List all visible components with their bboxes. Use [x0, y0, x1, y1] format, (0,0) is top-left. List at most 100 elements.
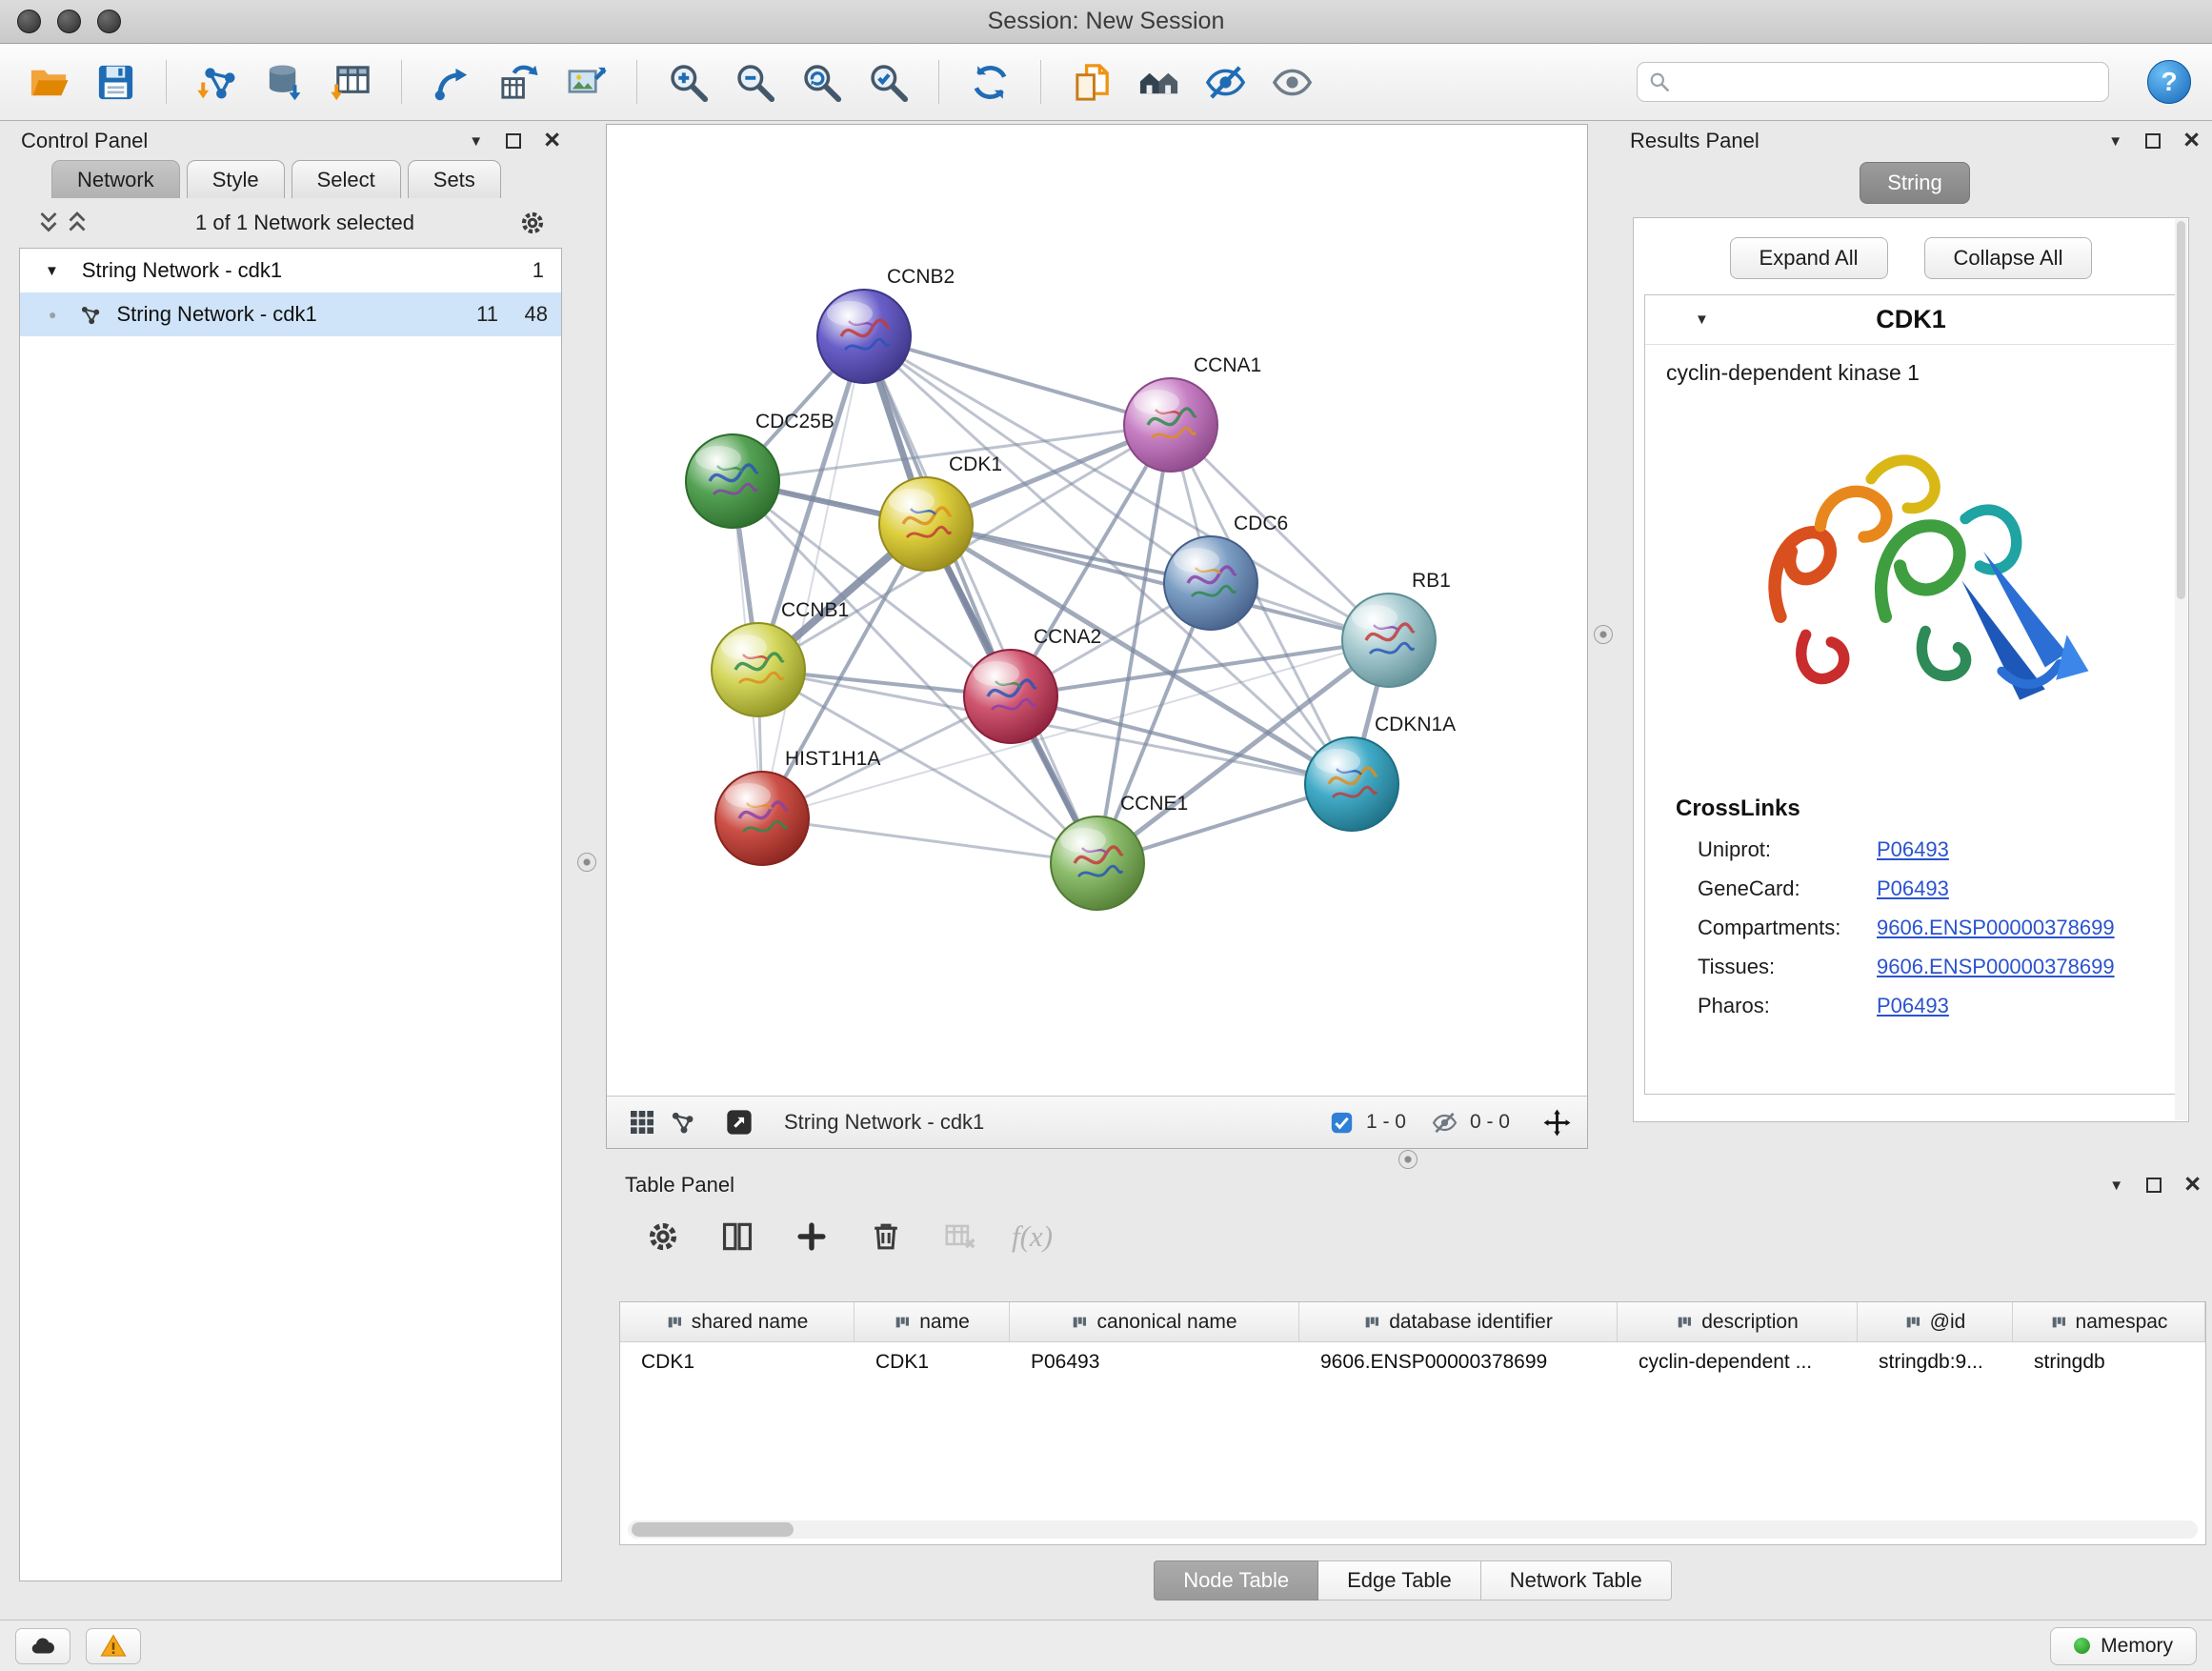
minimize-window-button[interactable] — [57, 10, 81, 33]
network-options-gear-icon[interactable] — [518, 209, 547, 237]
refresh-button[interactable] — [962, 54, 1017, 110]
panel-float-icon[interactable] — [506, 133, 521, 149]
new-network-from-table-button[interactable] — [492, 54, 547, 110]
zoom-fit-button[interactable] — [794, 54, 849, 110]
crosslink-link[interactable]: P06493 — [1877, 837, 1949, 862]
table-column-header[interactable]: name — [855, 1302, 1010, 1341]
birds-eye-view-button[interactable] — [622, 1102, 662, 1142]
network-edge[interactable] — [762, 818, 1097, 863]
table-column-header[interactable]: database identifier — [1299, 1302, 1618, 1341]
table-column-header[interactable]: shared name — [620, 1302, 855, 1341]
duplicate-document-button[interactable] — [1064, 54, 1119, 110]
help-button[interactable]: ? — [2147, 60, 2191, 104]
table-column-header[interactable]: namespac — [2013, 1302, 2205, 1341]
panel-float-icon[interactable] — [2145, 133, 2161, 149]
panel-close-icon[interactable]: × — [2184, 1174, 2201, 1196]
panel-float-icon[interactable] — [2146, 1178, 2162, 1193]
network-edge[interactable] — [762, 640, 1389, 818]
zoom-out-button[interactable] — [727, 54, 782, 110]
network-node[interactable]: CDKN1A — [1305, 714, 1456, 831]
collapse-all-button[interactable]: Collapse All — [1924, 237, 2093, 279]
zoom-in-button[interactable] — [660, 54, 715, 110]
expand-all-icon[interactable] — [34, 209, 63, 237]
network-node[interactable]: RB1 — [1342, 570, 1451, 687]
network-edge[interactable] — [864, 336, 1171, 425]
right-splitter-handle[interactable] — [1594, 625, 1613, 644]
network-overview-button[interactable] — [662, 1102, 702, 1142]
table-horizontal-scrollbar[interactable] — [628, 1520, 2198, 1539]
close-window-button[interactable] — [17, 10, 41, 33]
import-network-database-button[interactable] — [256, 54, 312, 110]
cloud-status-button[interactable] — [15, 1628, 70, 1664]
table-cell[interactable]: stringdb — [2013, 1342, 2205, 1382]
section-collapse-icon[interactable]: ▼ — [1695, 312, 1709, 327]
network-edge[interactable] — [926, 524, 1389, 640]
table-cell[interactable]: P06493 — [1010, 1342, 1299, 1382]
tab-edge-table[interactable]: Edge Table — [1318, 1560, 1481, 1601]
panel-close-icon[interactable]: × — [544, 130, 560, 151]
selected-checkbox-icon[interactable] — [1329, 1110, 1355, 1136]
delete-column-button[interactable] — [863, 1214, 909, 1259]
crosslink-link[interactable]: 9606.ENSP00000378699 — [1877, 955, 2115, 979]
table-row[interactable]: CDK1CDK1P064939606.ENSP00000378699cyclin… — [620, 1342, 2205, 1382]
hidden-eye-slash-icon[interactable] — [1431, 1109, 1458, 1137]
tab-style[interactable]: Style — [187, 160, 285, 198]
panel-menu-icon[interactable]: ▼ — [2109, 1178, 2123, 1193]
pan-move-icon[interactable] — [1542, 1108, 1572, 1137]
results-scrollbar[interactable] — [2175, 219, 2187, 1120]
table-scrollbar-thumb[interactable] — [632, 1522, 794, 1537]
network-edge[interactable] — [762, 336, 864, 818]
table-column-header[interactable]: @id — [1858, 1302, 2013, 1341]
home-button[interactable] — [1131, 54, 1186, 110]
table-options-button[interactable] — [640, 1214, 686, 1259]
create-column-button[interactable] — [789, 1214, 835, 1259]
table-column-header[interactable]: description — [1618, 1302, 1858, 1341]
import-network-file-button[interactable] — [190, 54, 245, 110]
network-node[interactable]: HIST1H1A — [715, 748, 880, 865]
network-graph[interactable]: CCNB2CCNA1CDC25BCDK1CDC6RB1CCNB1CCNA2CDK… — [607, 125, 1587, 1096]
expand-all-button[interactable]: Expand All — [1730, 237, 1888, 279]
open-session-button[interactable] — [21, 54, 76, 110]
network-edge[interactable] — [1011, 640, 1389, 696]
tab-network-table[interactable]: Network Table — [1481, 1560, 1672, 1601]
network-node[interactable]: CDC25B — [686, 411, 835, 528]
memory-button[interactable]: Memory — [2050, 1627, 2197, 1665]
crosslink-link[interactable]: P06493 — [1877, 994, 1949, 1018]
table-column-header[interactable]: canonical name — [1010, 1302, 1299, 1341]
search-input[interactable] — [1679, 70, 2099, 93]
table-cell[interactable]: 9606.ENSP00000378699 — [1299, 1342, 1618, 1382]
panel-menu-icon[interactable]: ▼ — [2108, 134, 2122, 149]
tab-network[interactable]: Network — [51, 160, 180, 198]
crosslink-link[interactable]: 9606.ENSP00000378699 — [1877, 916, 2115, 940]
network-collection-row[interactable]: ▼ String Network - cdk1 1 — [20, 249, 561, 292]
collapse-all-icon[interactable] — [63, 209, 91, 237]
tab-sets[interactable]: Sets — [408, 160, 501, 198]
string-results-tab[interactable]: String — [1860, 162, 1970, 204]
table-cell[interactable]: CDK1 — [855, 1342, 1010, 1382]
zoom-selected-button[interactable] — [860, 54, 915, 110]
network-edge[interactable] — [864, 336, 1097, 863]
network-node[interactable]: CCNA1 — [1124, 354, 1261, 472]
show-all-button[interactable] — [1264, 54, 1319, 110]
crosslink-link[interactable]: P06493 — [1877, 876, 1949, 901]
table-cell[interactable]: CDK1 — [620, 1342, 855, 1382]
show-columns-button[interactable] — [714, 1214, 760, 1259]
export-view-button[interactable] — [719, 1102, 759, 1142]
tab-node-table[interactable]: Node Table — [1154, 1560, 1318, 1601]
table-cell[interactable]: stringdb:9... — [1858, 1342, 2013, 1382]
network-node[interactable]: CDK1 — [879, 453, 1002, 571]
results-scrollbar-thumb[interactable] — [2177, 221, 2185, 599]
network-node[interactable]: CCNB2 — [817, 266, 955, 383]
new-network-button[interactable] — [425, 54, 480, 110]
save-session-button[interactable] — [88, 54, 143, 110]
maximize-window-button[interactable] — [97, 10, 121, 33]
network-row-selected[interactable]: ● String Network - cdk1 11 48 — [20, 292, 561, 336]
panel-menu-icon[interactable]: ▼ — [469, 134, 483, 149]
export-image-button[interactable] — [558, 54, 613, 110]
collection-expand-icon[interactable]: ▼ — [45, 263, 59, 279]
bottom-splitter-handle[interactable] — [1398, 1150, 1418, 1169]
hide-selected-button[interactable] — [1197, 54, 1253, 110]
network-canvas[interactable]: CCNB2CCNA1CDC25BCDK1CDC6RB1CCNB1CCNA2CDK… — [607, 125, 1587, 1096]
import-table-button[interactable] — [323, 54, 378, 110]
warnings-button[interactable] — [86, 1628, 141, 1664]
